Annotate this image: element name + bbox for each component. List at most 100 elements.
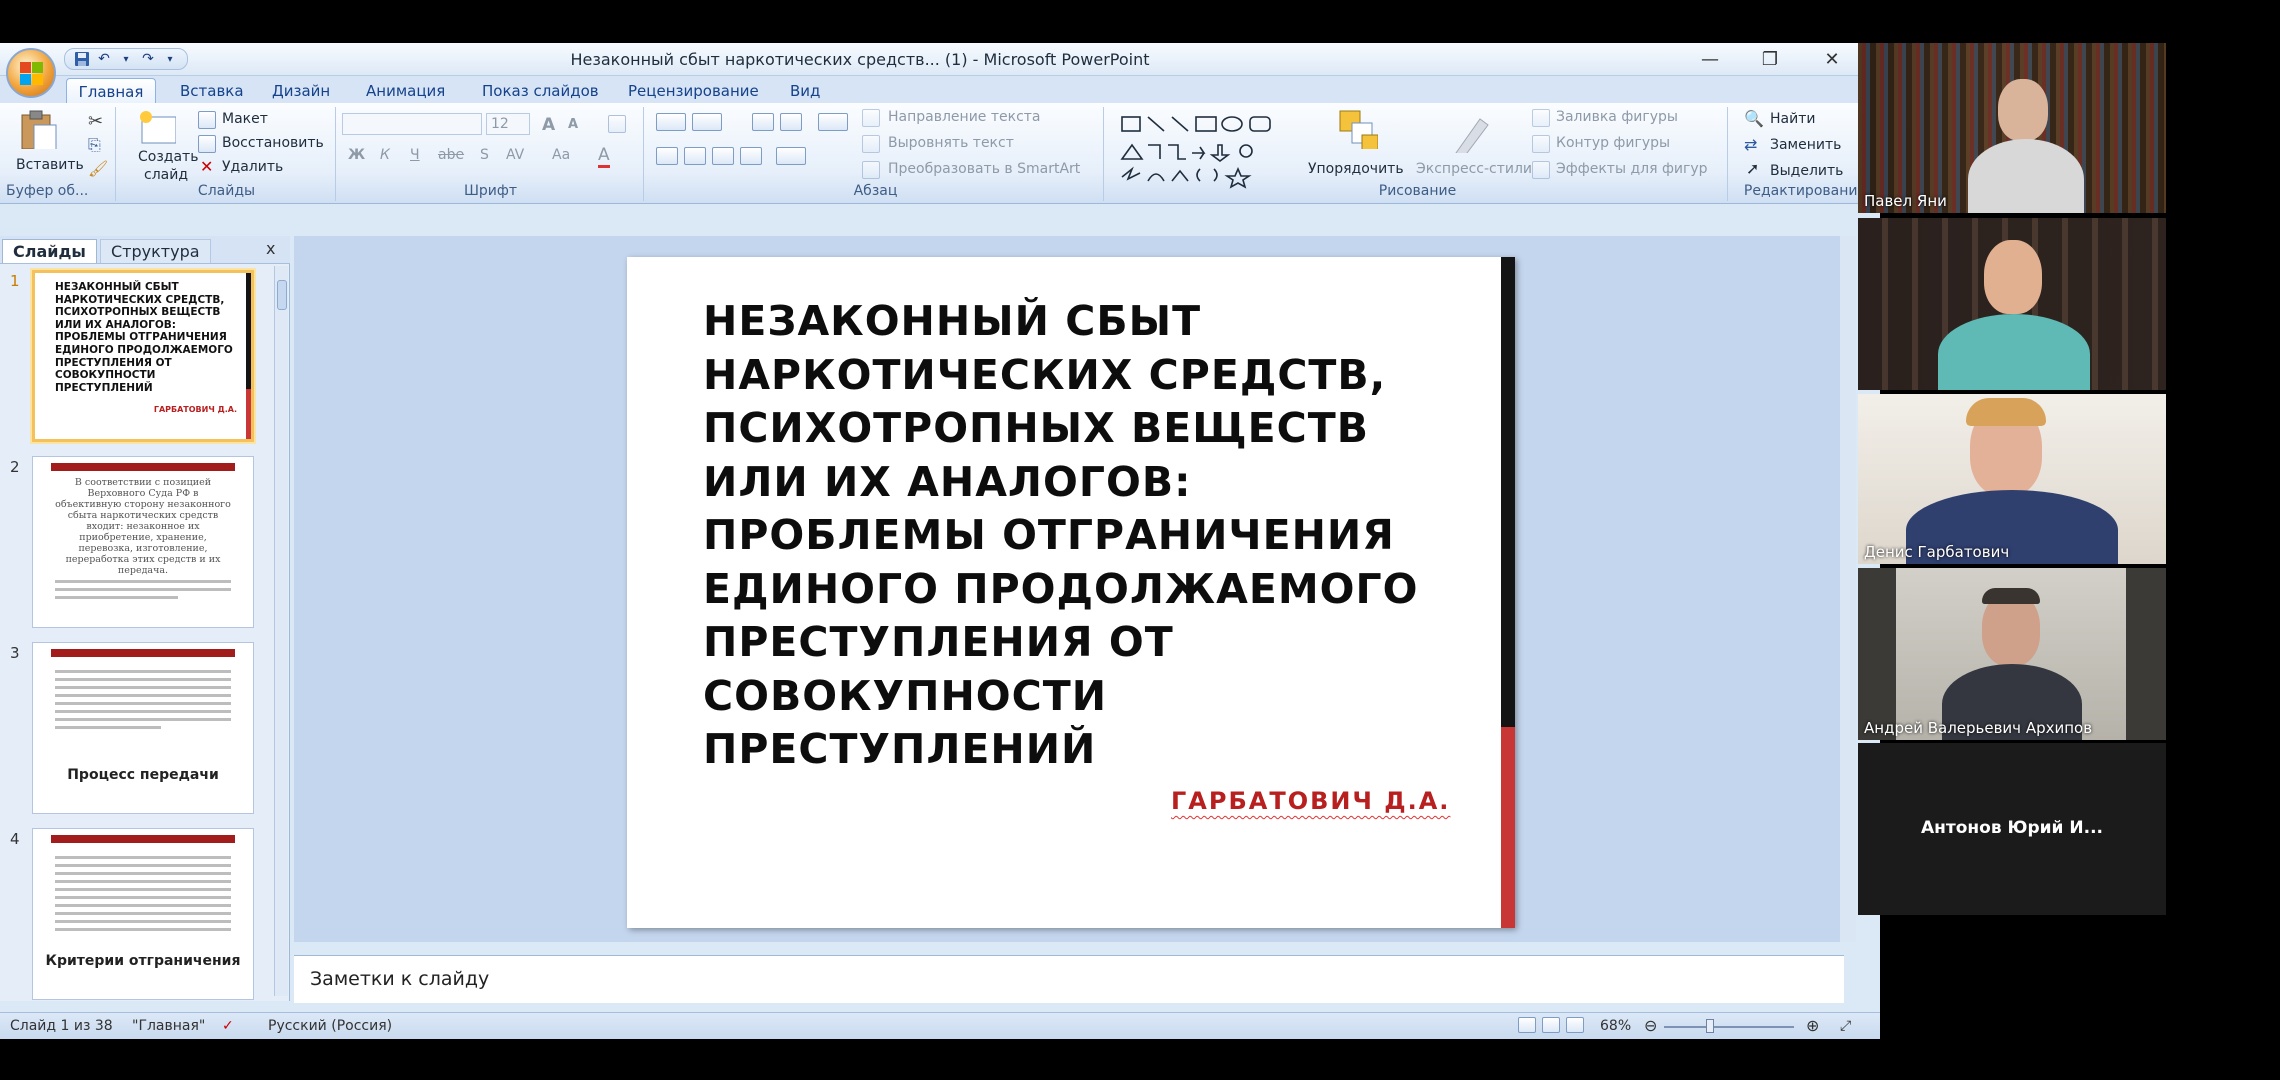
font-size-select[interactable]: 12 xyxy=(486,113,530,135)
pane-scroll-thumb[interactable] xyxy=(277,280,287,310)
quick-styles-button[interactable]: Экспресс-стили xyxy=(1414,107,1532,187)
tab-outline[interactable]: Структура xyxy=(100,239,211,263)
find-button[interactable]: Найти xyxy=(1770,111,1815,127)
pane-scrollbar[interactable] xyxy=(274,266,288,996)
drawing-group: Упорядочить Экспресс-стили Заливка фигур… xyxy=(1108,107,1728,201)
align-text-button[interactable]: Выровнять текст xyxy=(888,135,1014,151)
numbering-icon[interactable] xyxy=(692,113,722,131)
italic-button[interactable]: К xyxy=(380,147,390,163)
tab-insert[interactable]: Вставка xyxy=(180,82,244,100)
align-left-icon[interactable] xyxy=(656,147,678,165)
slide-thumb-row[interactable]: 1 НЕЗАКОННЫЙ СБЫТ НАРКОТИЧЕСКИХ СРЕДСТВ,… xyxy=(0,270,278,446)
columns-icon[interactable] xyxy=(776,147,806,165)
select-button[interactable]: Выделить xyxy=(1770,163,1843,179)
format-painter-icon[interactable]: 🖌 xyxy=(88,159,108,178)
copy-icon[interactable]: ⎘ xyxy=(88,135,101,155)
slide-counter: Слайд 1 из 38 xyxy=(10,1018,113,1034)
fit-window-icon[interactable]: ⤢ xyxy=(1840,1018,1851,1034)
shape-fill-button[interactable]: Заливка фигуры xyxy=(1556,109,1678,125)
shape-outline-button[interactable]: Контур фигуры xyxy=(1556,135,1670,151)
video-tile[interactable]: Антонов Юрий И... xyxy=(1858,743,2166,915)
align-right-icon[interactable] xyxy=(712,147,734,165)
zoom-level[interactable]: 68% xyxy=(1600,1018,1631,1034)
layout-button[interactable]: Макет xyxy=(222,111,268,127)
clear-format-icon[interactable] xyxy=(608,115,626,133)
slide-thumb-row[interactable]: 3 Процесс передачи xyxy=(0,642,278,818)
slide-thumbnail[interactable]: Критерии отграничения xyxy=(32,828,254,1000)
shape-fill-icon xyxy=(1532,109,1550,127)
grow-font-button[interactable]: A xyxy=(542,115,555,135)
language-indicator[interactable]: Русский (Россия) xyxy=(268,1018,392,1034)
increase-indent-icon[interactable] xyxy=(780,113,802,131)
slide-thumbnail[interactable]: В соответствии с позицией Верховного Суд… xyxy=(32,456,254,628)
text-direction-button[interactable]: Направление текста xyxy=(888,109,1041,125)
undo-dropdown-icon[interactable]: ▾ xyxy=(117,50,135,68)
tab-design[interactable]: Дизайн xyxy=(272,82,330,100)
slide-title[interactable]: НЕЗАКОННЫЙ СБЫТ НАРКОТИЧЕСКИХ СРЕДСТВ, П… xyxy=(703,295,1443,777)
video-tile[interactable]: Денис Гарбатович xyxy=(1858,394,2166,564)
current-slide[interactable]: НЕЗАКОННЫЙ СБЫТ НАРКОТИЧЕСКИХ СРЕДСТВ, П… xyxy=(627,257,1515,928)
customize-qat-icon[interactable]: ▾ xyxy=(161,50,179,68)
restore-icon: ❐ xyxy=(1761,48,1779,70)
shape-effects-button[interactable]: Эффекты для фигур xyxy=(1556,161,1708,177)
reset-button[interactable]: Восстановить xyxy=(222,135,324,151)
slide-thumb-row[interactable]: 2 В соответствии с позицией Верховного С… xyxy=(0,456,278,632)
redo-icon[interactable]: ↷ xyxy=(139,50,157,68)
slide-thumbnail[interactable]: Процесс передачи xyxy=(32,642,254,814)
tab-slides[interactable]: Слайды xyxy=(2,239,97,263)
tab-view[interactable]: Вид xyxy=(790,82,820,100)
sorter-view-icon[interactable] xyxy=(1542,1017,1560,1033)
spacing-button[interactable]: AV xyxy=(506,147,524,163)
new-slide-button[interactable]: Создать слайд xyxy=(128,107,198,187)
align-text-icon xyxy=(862,135,880,153)
font-color-button[interactable]: A xyxy=(598,145,610,168)
close-button[interactable]: ✕ xyxy=(1812,46,1852,72)
bold-button[interactable]: Ж xyxy=(348,147,365,163)
shadow-button[interactable]: S xyxy=(480,147,489,163)
line-spacing-icon[interactable] xyxy=(818,113,848,131)
close-pane-icon[interactable]: x xyxy=(266,239,275,258)
video-tile[interactable] xyxy=(1858,218,2166,390)
bullets-icon[interactable] xyxy=(656,113,686,131)
font-name-select[interactable] xyxy=(342,113,482,135)
paste-button[interactable]: Вставить xyxy=(10,107,84,181)
strike-button[interactable]: abe xyxy=(438,147,464,163)
justify-icon[interactable] xyxy=(740,147,762,165)
save-icon[interactable] xyxy=(73,50,91,68)
smartart-button[interactable]: Преобразовать в SmartArt xyxy=(888,161,1080,177)
restore-button[interactable]: ❐ xyxy=(1750,46,1790,72)
zoom-slider[interactable] xyxy=(1664,1026,1794,1028)
shapes-gallery-icon[interactable] xyxy=(1118,111,1298,189)
slideshow-view-icon[interactable] xyxy=(1566,1017,1584,1033)
tab-review[interactable]: Рецензирование xyxy=(628,82,759,100)
tab-home[interactable]: Главная xyxy=(66,78,156,104)
smartart-icon xyxy=(862,161,880,179)
slide-thumbnail[interactable]: НЕЗАКОННЫЙ СБЫТ НАРКОТИЧЕСКИХ СРЕДСТВ, П… xyxy=(32,270,254,442)
notes-pane[interactable]: Заметки к слайду xyxy=(294,955,1844,1003)
zoom-in-icon[interactable]: ⊕ xyxy=(1806,1016,1819,1035)
align-center-icon[interactable] xyxy=(684,147,706,165)
replace-button[interactable]: Заменить xyxy=(1770,137,1841,153)
shrink-font-button[interactable]: A xyxy=(568,117,578,132)
zoom-slider-thumb[interactable] xyxy=(1706,1019,1714,1033)
video-tile[interactable]: Павел Яни xyxy=(1858,43,2166,213)
minimize-button[interactable]: — xyxy=(1690,46,1730,72)
normal-view-icon[interactable] xyxy=(1518,1017,1536,1033)
slide-number: 3 xyxy=(10,644,20,662)
cut-icon[interactable]: ✂ xyxy=(88,111,103,132)
tab-slideshow[interactable]: Показ слайдов xyxy=(482,82,599,100)
undo-icon[interactable]: ↶ xyxy=(95,50,113,68)
video-tile[interactable]: Андрей Валерьевич Архипов xyxy=(1858,568,2166,740)
spellcheck-icon[interactable]: ✓ xyxy=(222,1018,234,1034)
slide-thumb-row[interactable]: 4 Критерии отграничения xyxy=(0,828,278,1004)
arrange-button[interactable]: Упорядочить xyxy=(1308,107,1412,187)
zoom-out-icon[interactable]: ⊖ xyxy=(1644,1016,1657,1035)
slide-author[interactable]: ГАРБАТОВИЧ Д.А. xyxy=(1171,787,1450,815)
underline-button[interactable]: Ч xyxy=(410,147,420,163)
delete-button[interactable]: Удалить xyxy=(222,159,283,175)
case-button[interactable]: Aa xyxy=(552,147,570,163)
slide-scrollbar[interactable] xyxy=(1840,236,1856,942)
tab-animation[interactable]: Анимация xyxy=(366,82,445,100)
office-button[interactable] xyxy=(6,48,56,98)
decrease-indent-icon[interactable] xyxy=(752,113,774,131)
